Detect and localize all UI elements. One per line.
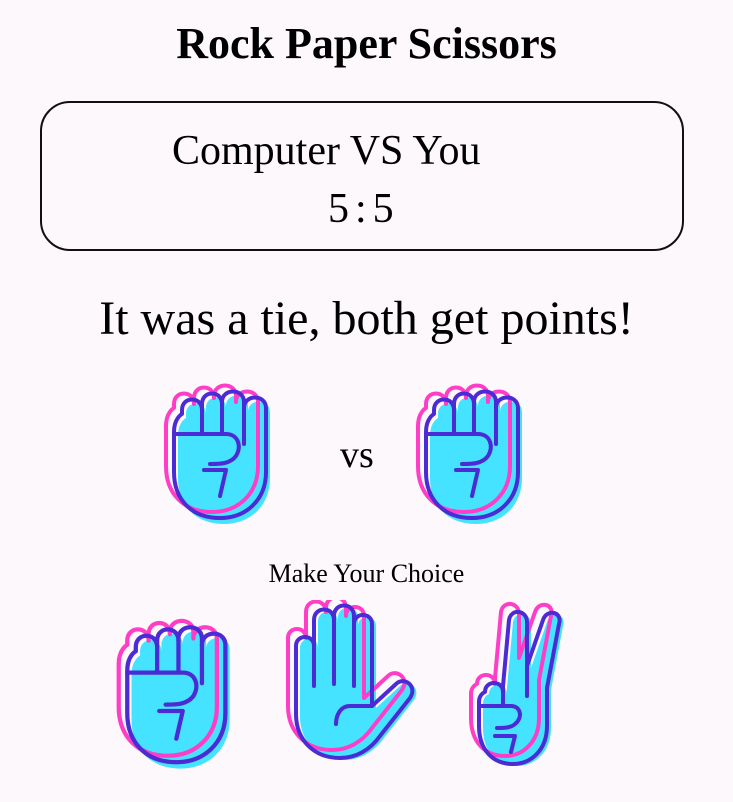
score-heading: Computer VS You	[172, 128, 481, 174]
choice-prompt: Make Your Choice	[268, 559, 465, 588]
computer-score: 5	[328, 186, 349, 232]
result-message: It was a tie, both get points!	[99, 292, 634, 345]
choose-scissors-button[interactable]	[465, 600, 585, 772]
computer-rock-hand-icon	[164, 383, 270, 524]
score-separator: :	[355, 186, 367, 232]
vs-label: vs	[340, 434, 374, 476]
scissors-hand-icon	[469, 602, 564, 766]
choose-paper-button[interactable]	[280, 600, 430, 770]
rock-hand-icon	[116, 618, 230, 769]
game-title: Rock Paper Scissors	[176, 19, 557, 68]
player-score: 5	[372, 186, 394, 232]
choose-rock-button[interactable]	[112, 615, 262, 775]
score-row: 5:5	[328, 185, 394, 233]
paper-hand-icon	[286, 600, 417, 760]
scoreboard: Computer VS You 5:5	[40, 101, 684, 251]
player-rock-hand-icon	[416, 383, 522, 524]
